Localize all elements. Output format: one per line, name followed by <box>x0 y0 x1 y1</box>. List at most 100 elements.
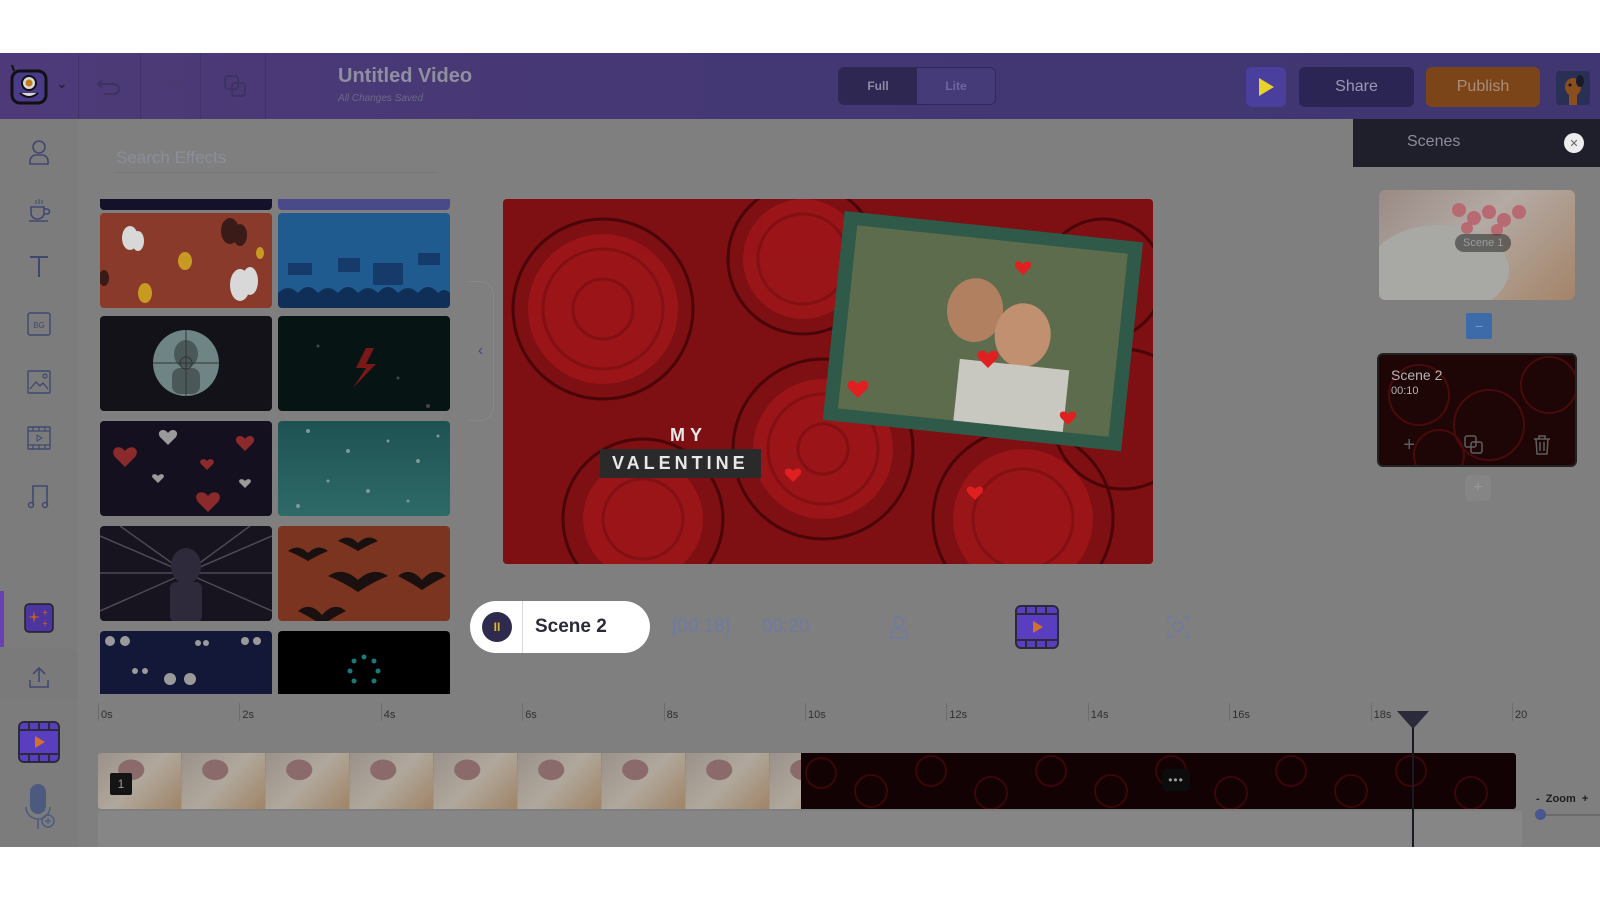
pause-button[interactable]: II <box>482 612 512 642</box>
project-title[interactable]: Untitled Video <box>338 65 472 88</box>
character-voice-button[interactable] <box>886 614 912 640</box>
timeline-tick <box>98 703 99 721</box>
effect-tile-dark-strip[interactable] <box>100 199 272 210</box>
add-icon[interactable]: + <box>1403 434 1415 457</box>
scene-card-1[interactable]: Scene 1 <box>1379 190 1575 300</box>
minus-icon: − <box>1474 318 1484 334</box>
sidebar-item-music[interactable] <box>18 475 60 517</box>
preview-play-button[interactable] <box>1246 67 1286 107</box>
sidebar-item-effects[interactable] <box>18 597 60 639</box>
chevron-down-icon[interactable]: ⌄ <box>56 75 68 92</box>
effect-tile-snow[interactable] <box>278 421 450 516</box>
close-scenes-button[interactable]: ✕ <box>1564 133 1584 153</box>
redo-icon[interactable] <box>160 71 190 101</box>
timeline-track[interactable] <box>98 753 1516 809</box>
canvas-text-valentine[interactable]: VALENTINE <box>600 449 761 478</box>
video-canvas[interactable]: MY VALENTINE <box>503 199 1153 564</box>
app-window: ⌄ Untitled Video All Changes Saved Full … <box>0 53 1600 847</box>
zoom-out-button[interactable]: - <box>1536 793 1540 805</box>
scene-1-badge: 1 <box>110 773 132 795</box>
hearts-icon <box>113 430 255 512</box>
trash-icon[interactable] <box>1533 435 1551 455</box>
burst-icon <box>100 526 272 621</box>
divider <box>522 601 523 653</box>
effect-tile-eyes[interactable] <box>100 631 272 694</box>
canvas-text-my[interactable]: MY <box>670 425 707 446</box>
mode-toggle: Full Lite <box>838 67 996 105</box>
sidebar-item-videos[interactable] <box>18 417 60 459</box>
zoom-in-button[interactable]: + <box>1582 793 1588 805</box>
effect-tile-protest-crowd[interactable] <box>278 213 450 308</box>
timeline-tick-label: 8s <box>666 709 679 721</box>
sidebar-item-upload[interactable] <box>18 657 60 699</box>
playhead-handle[interactable] <box>1397 711 1430 729</box>
user-avatar[interactable] <box>1556 71 1590 105</box>
search-effects-input[interactable] <box>116 143 436 173</box>
timeline-tick-label: 16s <box>1232 709 1250 721</box>
scene-2-clip[interactable] <box>801 753 1516 809</box>
add-scene-button[interactable]: + <box>1465 475 1491 501</box>
timeline-tick-label: 18s <box>1373 709 1392 721</box>
svg-text:BG: BG <box>33 321 45 330</box>
scene-2-duration: 00:10 <box>1391 385 1419 397</box>
effect-tile-butterflies[interactable] <box>100 213 272 308</box>
sidebar-item-props[interactable] <box>18 189 60 231</box>
effect-tile-bats[interactable] <box>278 526 450 621</box>
roses-background <box>503 199 1153 564</box>
crowd-icon <box>278 253 450 308</box>
sidebar-item-text[interactable] <box>18 245 60 287</box>
audio-track[interactable] <box>98 811 1522 847</box>
timeline-tools <box>0 699 78 847</box>
clip-frame <box>686 753 770 809</box>
sidebar-item-backgrounds[interactable]: BG <box>18 303 60 345</box>
couple-photo-frame <box>822 210 1144 452</box>
share-button[interactable]: Share <box>1299 67 1414 107</box>
image-icon <box>27 370 51 394</box>
screenshot-button[interactable] <box>1166 615 1190 639</box>
effect-tile-hearts[interactable] <box>100 421 272 516</box>
scene-card-2[interactable]: Scene 2 00:10 + <box>1377 353 1577 467</box>
character-icon <box>890 616 908 639</box>
scene-preview-button[interactable] <box>1014 604 1060 650</box>
scenes-title: Scenes <box>1407 133 1461 150</box>
clip-options-button[interactable]: ••• <box>1162 769 1190 791</box>
collapse-panel-button[interactable]: ‹ <box>468 281 494 421</box>
current-scene-label: Scene 2 <box>535 616 607 637</box>
zoom-slider-knob[interactable] <box>1535 809 1546 820</box>
effect-tile-protest-hands[interactable] <box>278 199 450 210</box>
publish-button[interactable]: Publish <box>1426 67 1540 107</box>
active-indicator <box>0 591 4 647</box>
current-time: [00:18] <box>672 616 731 637</box>
scene-1-clip[interactable] <box>98 753 801 809</box>
scene2-clip-thumbnail <box>805 755 1488 809</box>
timeline-tick <box>522 703 524 721</box>
lightning-icon <box>316 344 430 408</box>
scene-transition-button[interactable]: − <box>1466 313 1492 339</box>
mode-lite-button[interactable]: Lite <box>917 68 995 104</box>
undo-icon[interactable] <box>94 71 124 101</box>
sidebar-item-characters[interactable] <box>18 131 60 173</box>
timeline-tick-label: 20 <box>1515 709 1528 721</box>
effects-panel <box>78 119 468 699</box>
scene-timeline-button[interactable] <box>18 721 60 768</box>
scene-2-actions: + <box>1379 425 1575 465</box>
divider <box>200 53 201 119</box>
character-icon <box>29 140 49 165</box>
effect-tile-loading-spinner[interactable] <box>278 631 450 694</box>
effect-tile-scope-target[interactable] <box>100 316 272 411</box>
timeline-tick <box>946 703 948 721</box>
duplicate-icon[interactable] <box>1464 435 1484 455</box>
mode-full-button[interactable]: Full <box>839 68 917 104</box>
sidebar-item-images[interactable] <box>18 361 60 403</box>
effect-tile-shock-burst[interactable] <box>100 526 272 621</box>
bg-icon: BG <box>27 312 51 336</box>
duplicate-icon[interactable] <box>220 71 250 101</box>
divider <box>140 53 141 119</box>
effect-tile-lightning[interactable] <box>278 316 450 411</box>
top-header: ⌄ Untitled Video All Changes Saved Full … <box>0 53 1600 119</box>
app-logo-icon[interactable] <box>6 63 52 109</box>
butterflies-icon <box>100 218 264 303</box>
voice-record-button[interactable] <box>24 783 58 836</box>
coffee-cup-icon <box>29 199 51 222</box>
playhead[interactable] <box>1412 719 1415 847</box>
